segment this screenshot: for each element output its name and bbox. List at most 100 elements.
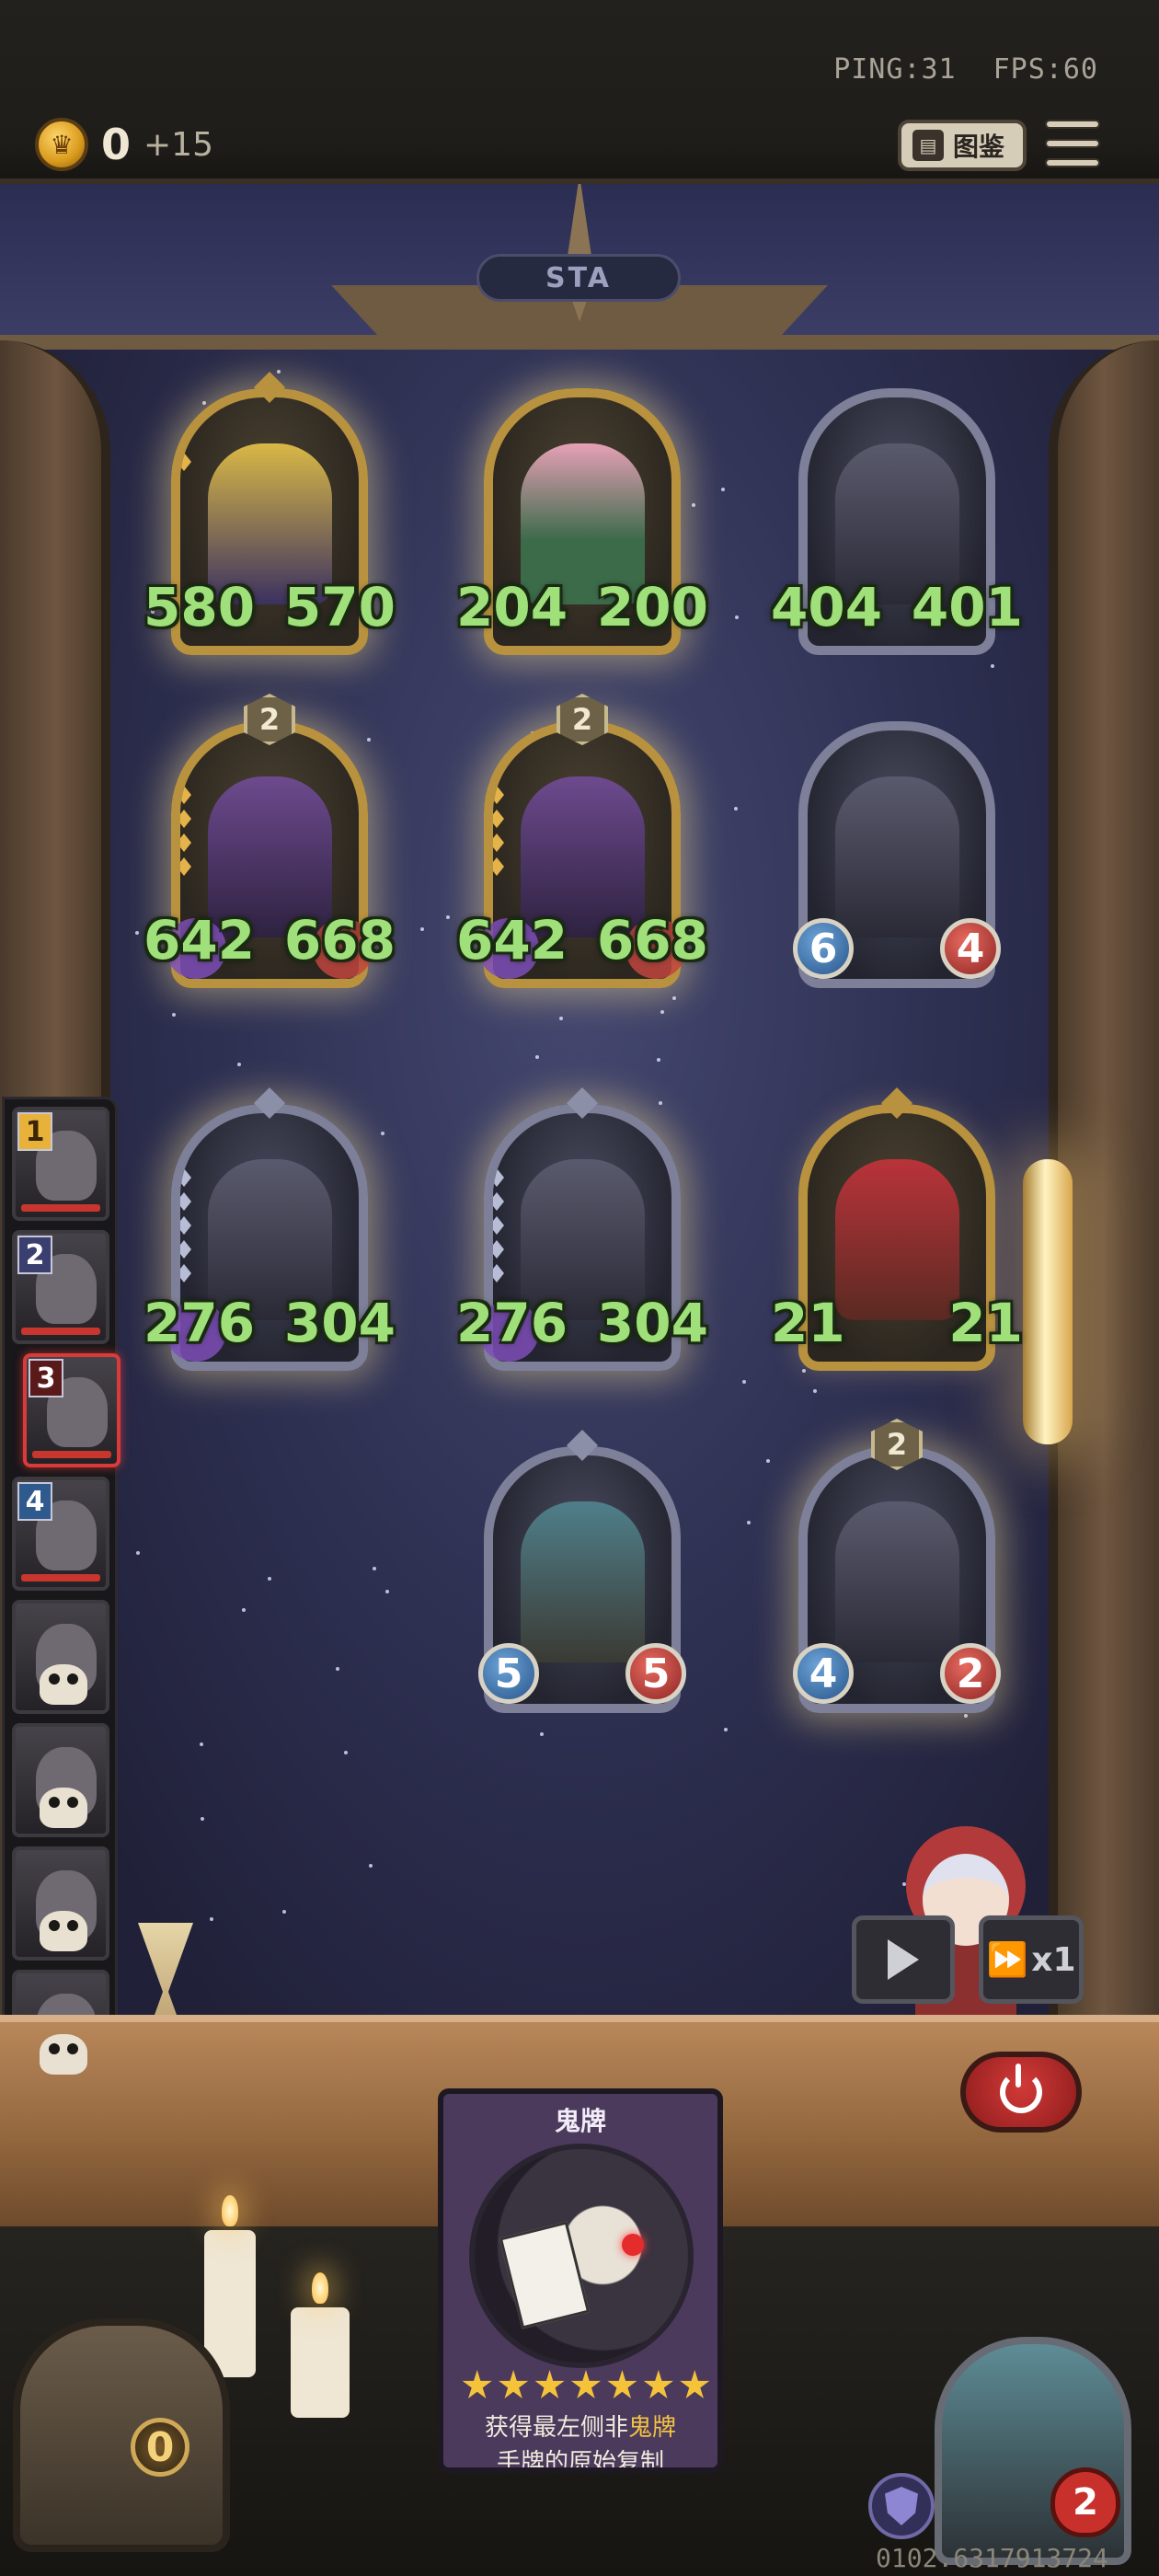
minion-health: 200 xyxy=(596,576,708,638)
codex-label: 图鉴 xyxy=(953,132,1005,162)
minion-health: 304 xyxy=(283,1292,396,1354)
minion-portrait xyxy=(835,1159,959,1320)
minion-card[interactable]: 2 642 668 xyxy=(456,694,708,988)
menu-bar-icon xyxy=(1045,120,1100,129)
gold-coin-icon: ♛ xyxy=(35,118,88,171)
card-star-rating xyxy=(462,2370,710,2401)
shield-button[interactable] xyxy=(868,2473,935,2539)
minion-card[interactable]: 2 642 668 xyxy=(143,694,396,988)
menu-button[interactable] xyxy=(1045,120,1100,167)
codex-button[interactable]: ▤ 图鉴 xyxy=(898,120,1027,171)
star-dot xyxy=(540,1731,545,1736)
keyword-highlight: 鬼牌 xyxy=(628,2414,677,2442)
opponent-slot-eliminated[interactable] xyxy=(12,1600,109,1714)
minion-attack: 6 xyxy=(793,918,854,979)
speed-button[interactable]: ⏩ x1 xyxy=(979,1915,1084,2004)
star-dot xyxy=(657,1057,661,1062)
minion-health: 668 xyxy=(596,909,708,972)
star-dot xyxy=(660,1010,664,1015)
star-dot xyxy=(237,1063,242,1067)
chest-count: 0 xyxy=(131,2418,189,2477)
player-lives: 2 xyxy=(1050,2467,1120,2537)
star-dot xyxy=(734,807,739,811)
battle-board: STA 580 570 204 200 404 401 2 642 668 2 xyxy=(0,184,1159,2098)
opponent-slot[interactable]: 4 xyxy=(12,1477,109,1591)
star-dot xyxy=(734,615,739,619)
star-icon xyxy=(499,2370,529,2398)
opponent-rank: 4 xyxy=(17,1482,52,1521)
star-dot xyxy=(369,1863,373,1868)
opponent-slot[interactable]: 2 xyxy=(12,1230,109,1344)
joker-card-art xyxy=(469,2144,694,2368)
skull-icon xyxy=(40,1788,87,1828)
star-dot xyxy=(281,1909,286,1914)
speed-label: x1 xyxy=(1031,1940,1076,1979)
star-dot xyxy=(199,1742,203,1747)
book-icon: ▤ xyxy=(912,130,944,161)
minion-attack: 276 xyxy=(143,1292,256,1354)
star-icon xyxy=(570,2370,602,2398)
star-dot xyxy=(691,502,695,507)
star-dot xyxy=(201,1816,205,1821)
treasure-chest[interactable] xyxy=(13,2318,230,2552)
star-dot xyxy=(559,1016,564,1020)
star-dot xyxy=(445,915,450,920)
gold-income: +15 xyxy=(143,125,213,164)
star-dot xyxy=(990,663,994,668)
minion-health: 2 xyxy=(940,1643,1001,1704)
hand-card-name: 鬼牌 xyxy=(554,2106,606,2136)
star-dot xyxy=(747,1521,752,1525)
opponent-slot[interactable]: 1 xyxy=(12,1107,109,1221)
power-button[interactable] xyxy=(960,2052,1082,2133)
minion-card[interactable]: 276 304 xyxy=(456,1087,708,1371)
shield-icon xyxy=(885,2487,918,2525)
star-dot xyxy=(724,1728,729,1732)
star-dot xyxy=(277,369,281,374)
gold-counter: ♛ 0 +15 xyxy=(35,118,213,171)
opponent-slot-current[interactable]: 3 xyxy=(23,1353,120,1467)
star-dot xyxy=(534,1054,539,1059)
hand-card[interactable]: 鬼牌 获得最左侧非鬼牌 手牌的原始复制 xyxy=(438,2088,723,2473)
minion-health: 21 xyxy=(948,1292,1023,1354)
opponent-health-bar xyxy=(21,1574,100,1581)
minion-card[interactable]: 21 21 xyxy=(771,1087,1023,1371)
minion-attack: 276 xyxy=(456,1292,568,1354)
star-dot xyxy=(765,1459,770,1464)
minion-attack: 404 xyxy=(771,576,883,638)
opponent-health-bar xyxy=(21,1328,100,1335)
opponent-rank: 3 xyxy=(29,1359,63,1397)
ping-readout: PING:31 xyxy=(833,53,957,86)
skull-icon xyxy=(40,1911,87,1951)
skull-icon xyxy=(40,2034,87,2075)
minion-card[interactable]: 204 200 xyxy=(456,388,708,655)
play-button[interactable] xyxy=(852,1915,955,2004)
opponent-slot-eliminated[interactable] xyxy=(12,1846,109,1961)
star-dot xyxy=(671,995,676,1000)
minion-health: 5 xyxy=(625,1643,686,1704)
minion-portrait xyxy=(835,776,959,937)
minion-health: 304 xyxy=(596,1292,708,1354)
skull-icon xyxy=(40,1664,87,1705)
opponent-health-bar xyxy=(21,1204,100,1212)
minion-card[interactable]: 2 4 2 xyxy=(793,1419,1001,1713)
minion-card[interactable]: 5 5 xyxy=(478,1430,686,1713)
minion-attack: 642 xyxy=(456,909,568,972)
opponent-slot-eliminated[interactable] xyxy=(12,1723,109,1837)
star-dot xyxy=(267,1576,271,1581)
star-dot xyxy=(241,1608,246,1613)
minion-card[interactable]: 404 401 xyxy=(771,388,1023,655)
star-icon xyxy=(462,2370,492,2398)
version-label: 0102.6317913724 xyxy=(876,2543,1108,2573)
fast-forward-icon: ⏩ xyxy=(986,1941,1028,1979)
minion-card[interactable]: 6 4 xyxy=(793,721,1001,988)
star-dot xyxy=(136,1550,141,1555)
minion-attack: 204 xyxy=(456,576,568,638)
star-dot xyxy=(209,1916,213,1921)
minion-card[interactable]: 580 570 xyxy=(143,372,396,655)
minion-portrait xyxy=(835,1501,959,1662)
hand-card-description: 获得最左侧非鬼牌 手牌的原始复制 xyxy=(484,2414,677,2473)
star-dot xyxy=(343,1751,348,1754)
star-icon xyxy=(607,2370,637,2398)
minion-card[interactable]: 276 304 xyxy=(143,1087,396,1371)
star-dot xyxy=(812,1388,817,1393)
